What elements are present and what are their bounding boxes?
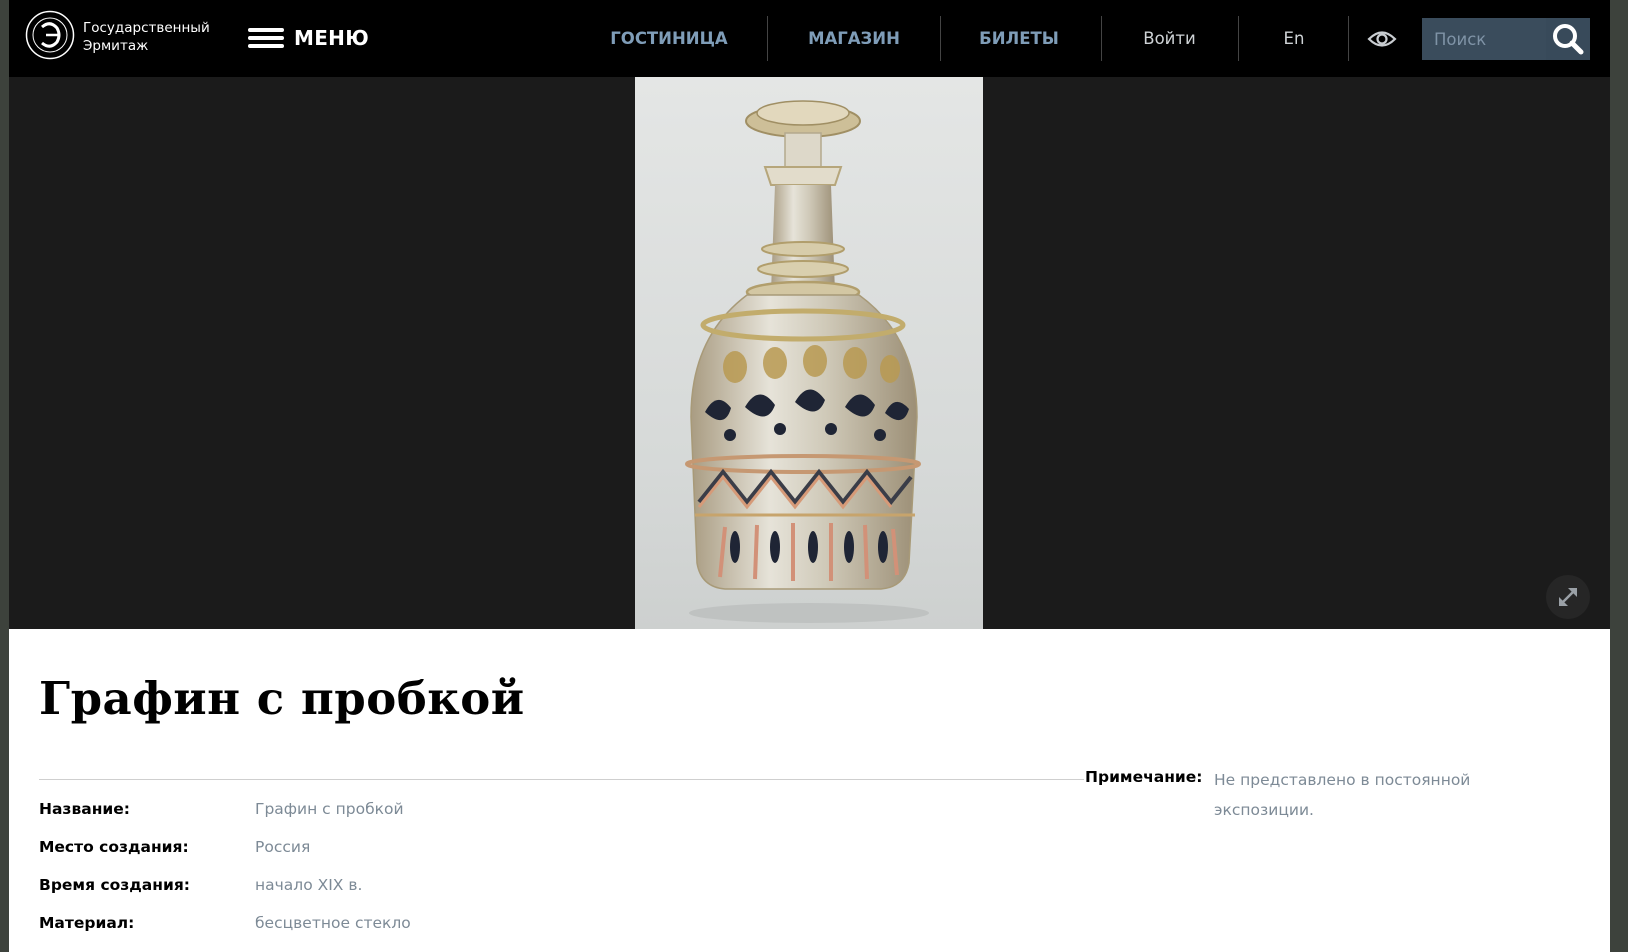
- nav-shop-link[interactable]: МАГАЗИН: [769, 0, 939, 77]
- logo-text[interactable]: Государственный Эрмитаж: [83, 20, 210, 55]
- field-label-time: Время создания:: [39, 876, 190, 894]
- field-value-name: Графин с пробкой: [255, 800, 404, 818]
- fullscreen-button[interactable]: [1546, 575, 1590, 619]
- search-input[interactable]: [1422, 18, 1546, 60]
- nav-hotel-link[interactable]: ГОСТИНИЦА: [584, 0, 754, 77]
- eye-icon[interactable]: [1367, 27, 1397, 51]
- nav-separator: [940, 16, 941, 61]
- object-image-viewer: [9, 77, 1610, 629]
- logo-text-line2: Эрмитаж: [83, 37, 149, 54]
- page: Государственный Эрмитаж МЕНЮ ГОСТИНИЦА М…: [9, 0, 1610, 952]
- nav-tickets-link[interactable]: БИЛЕТЫ: [944, 0, 1094, 77]
- nav-separator: [1348, 16, 1349, 61]
- menu-label: МЕНЮ: [294, 26, 369, 50]
- menu-button[interactable]: МЕНЮ: [248, 22, 369, 54]
- note-value: Не представлено в постоянной экспозиции.: [1214, 771, 1471, 819]
- expand-icon: [1559, 588, 1577, 606]
- language-switch[interactable]: En: [1239, 0, 1349, 77]
- field-value-material[interactable]: бесцветное стекло: [255, 914, 411, 932]
- logo-text-line1: Государственный: [83, 20, 210, 36]
- field-value-time[interactable]: начало XIX в.: [255, 876, 362, 894]
- field-label-material: Материал:: [39, 914, 135, 932]
- decanter-photo[interactable]: [635, 77, 983, 629]
- login-link[interactable]: Войти: [1102, 0, 1237, 77]
- object-title: Графин с пробкой: [39, 672, 525, 725]
- search-icon: [1553, 24, 1584, 55]
- hermitage-logo-icon[interactable]: [25, 10, 75, 60]
- field-label-place: Место создания:: [39, 838, 189, 856]
- note-label: Примечание:: [1085, 768, 1203, 786]
- hamburger-icon: [248, 25, 284, 51]
- field-value-place[interactable]: Россия: [255, 838, 310, 856]
- divider: [39, 779, 1084, 780]
- nav-separator: [767, 16, 768, 61]
- search-button[interactable]: [1546, 18, 1590, 60]
- site-header: Государственный Эрмитаж МЕНЮ ГОСТИНИЦА М…: [9, 0, 1610, 77]
- field-label-name: Название:: [39, 800, 130, 818]
